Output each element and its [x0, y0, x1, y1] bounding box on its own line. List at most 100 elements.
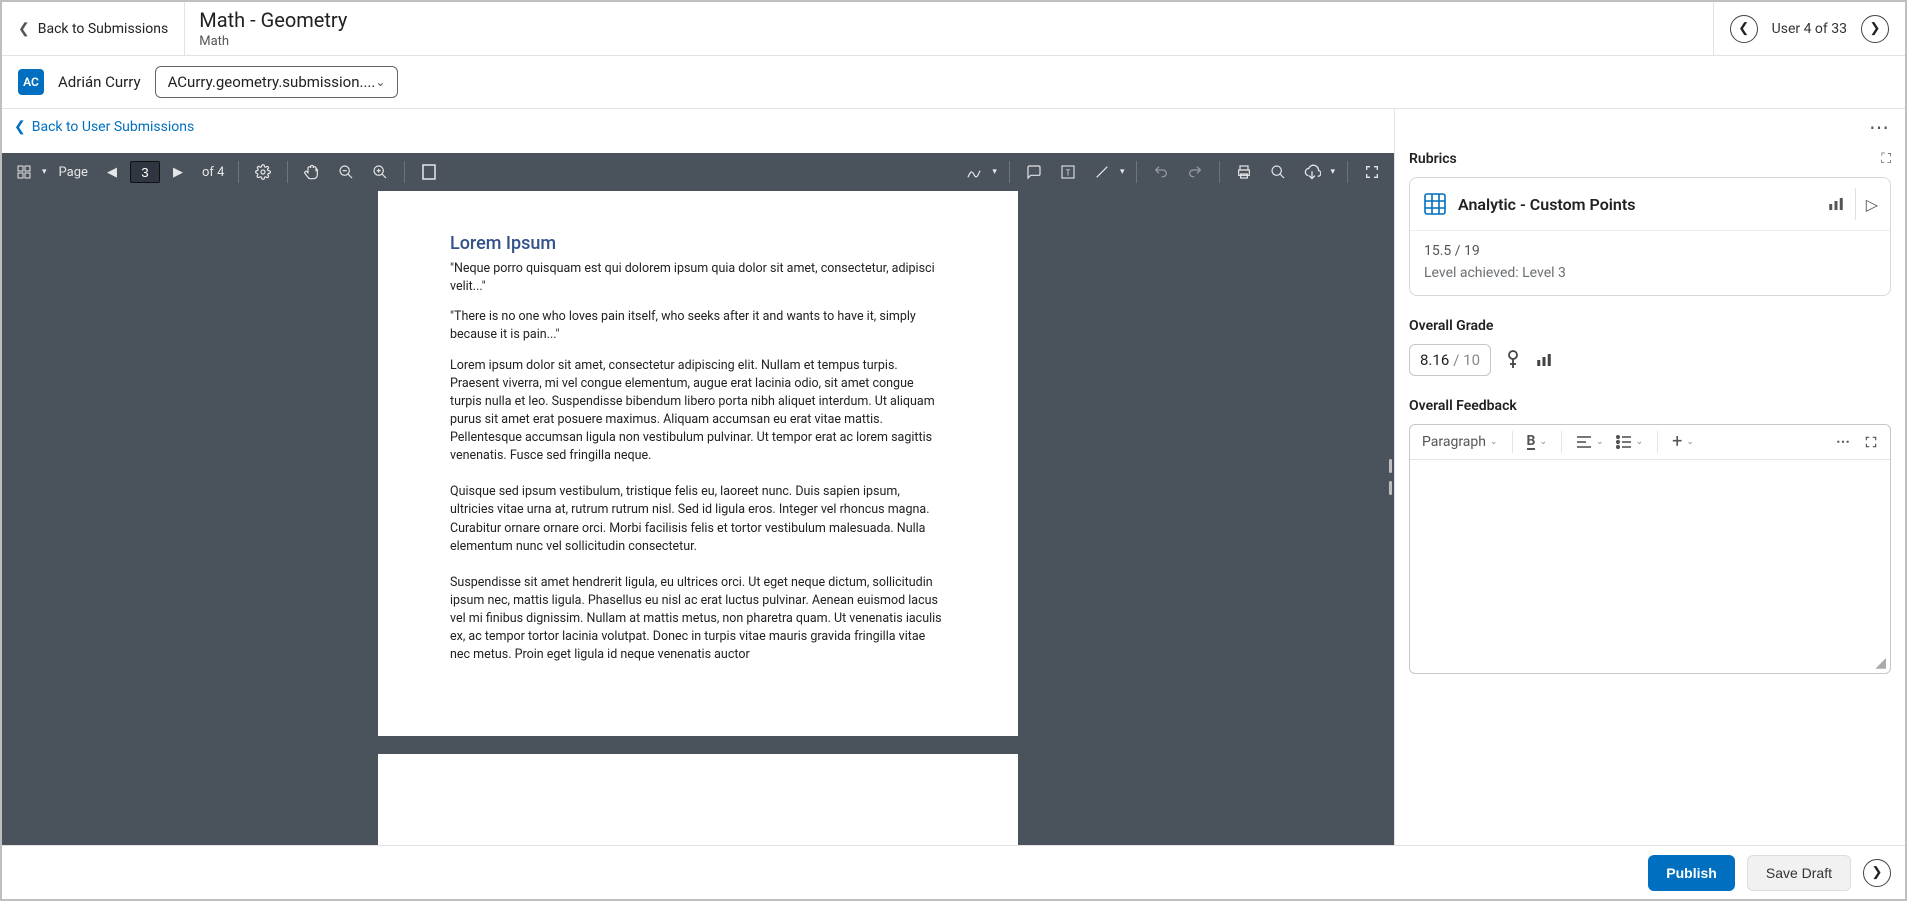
- rubrics-label: Rubrics: [1409, 151, 1457, 167]
- chevron-down-icon: ⌄: [375, 75, 385, 89]
- grade-input[interactable]: 8.16 / 10: [1409, 344, 1491, 376]
- grade-value: 8.16: [1420, 351, 1449, 369]
- list-button[interactable]: ⌄: [1612, 433, 1648, 451]
- text-tool-icon[interactable]: T: [1052, 157, 1084, 187]
- document-viewport: Lorem Ipsum "Neque porro quisquam est qu…: [2, 191, 1394, 845]
- freehand-tool-icon[interactable]: [958, 157, 990, 187]
- feedback-editor: Paragraph ⌄ B ⌄ ⌄ ⌄: [1409, 424, 1891, 674]
- chevron-down-icon: ⌄: [1490, 437, 1498, 447]
- document-paragraph-2: Quisque sed ipsum vestibulum, tristique …: [450, 483, 946, 556]
- document-scroll[interactable]: Lorem Ipsum "Neque porro quisquam est qu…: [2, 191, 1394, 845]
- file-dropdown-label: ACurry.geometry.submission....: [168, 73, 376, 91]
- format-dropdown[interactable]: Paragraph ⌄: [1418, 432, 1502, 452]
- rubric-level: Level achieved: Level 3: [1424, 265, 1876, 281]
- grade-row: 8.16 / 10: [1409, 344, 1891, 376]
- expand-rubric-icon[interactable]: ▷: [1866, 195, 1878, 214]
- view-controls-caret-icon[interactable]: ▾: [38, 167, 51, 177]
- svg-text:T: T: [1066, 168, 1071, 177]
- stats-icon[interactable]: [1827, 195, 1845, 213]
- back-to-user-submissions-link[interactable]: ❮ Back to User Submissions: [2, 109, 1394, 145]
- pdf-toolbar: ▾ Page ◀ ▶ of 4: [2, 153, 1394, 191]
- back-to-submissions-button[interactable]: ❮ Back to Submissions: [2, 2, 185, 55]
- document-paragraph-3: Suspendisse sit amet hendrerit ligula, e…: [450, 574, 946, 665]
- file-dropdown[interactable]: ACurry.geometry.submission.... ⌄: [155, 66, 399, 98]
- format-label: Paragraph: [1422, 434, 1486, 450]
- chevron-left-icon: ❮: [14, 119, 26, 135]
- back-to-user-label: Back to User Submissions: [32, 119, 194, 135]
- print-icon[interactable]: [1228, 157, 1260, 187]
- document-quote-1: "Neque porro quisquam est qui dolorem ip…: [450, 260, 946, 296]
- align-button[interactable]: ⌄: [1572, 433, 1608, 451]
- prev-user-button[interactable]: ❮: [1730, 15, 1758, 43]
- grade-stats-icon[interactable]: [1535, 351, 1553, 369]
- footer-next-button[interactable]: ❯: [1863, 859, 1891, 887]
- page-title: Math - Geometry: [199, 8, 1698, 32]
- panel-more-icon[interactable]: ⋯: [1869, 115, 1891, 139]
- feedback-textarea[interactable]: ◢: [1410, 460, 1890, 673]
- editor-more-icon[interactable]: ⋯: [1832, 432, 1856, 452]
- publish-button[interactable]: Publish: [1648, 855, 1735, 891]
- zoom-out-icon[interactable]: [330, 157, 362, 187]
- header-bar: ❮ Back to Submissions Math - Geometry Ma…: [2, 2, 1905, 56]
- align-left-icon: [1576, 435, 1592, 449]
- save-draft-button[interactable]: Save Draft: [1747, 855, 1851, 891]
- view-controls-icon[interactable]: [8, 157, 40, 187]
- rubric-score: 15.5 / 19: [1424, 243, 1876, 259]
- rubrics-heading: Rubrics ⛶: [1409, 151, 1891, 167]
- next-page-button[interactable]: ▶: [162, 157, 194, 187]
- grade-denominator: / 10: [1453, 351, 1480, 369]
- zoom-in-icon[interactable]: [364, 157, 396, 187]
- page-label: Page: [53, 165, 94, 180]
- expand-icon[interactable]: ⛶: [1881, 151, 1891, 167]
- chevron-down-icon: ⌄: [1596, 437, 1604, 447]
- document-page: Lorem Ipsum "Neque porro quisquam est qu…: [378, 191, 1018, 736]
- rubric-title: Analytic - Custom Points: [1458, 195, 1827, 214]
- plus-icon: +: [1672, 435, 1682, 449]
- line-caret-icon[interactable]: ▾: [1116, 167, 1129, 177]
- page-number-input[interactable]: [130, 161, 160, 183]
- freehand-caret-icon[interactable]: ▾: [988, 167, 1001, 177]
- student-name: Adrián Curry: [58, 73, 141, 91]
- bold-button[interactable]: B ⌄: [1523, 432, 1551, 452]
- page-subtitle: Math: [199, 34, 1698, 49]
- redo-icon[interactable]: [1179, 157, 1211, 187]
- student-avatar: AC: [18, 69, 44, 95]
- editor-toolbar: Paragraph ⌄ B ⌄ ⌄ ⌄: [1410, 425, 1890, 460]
- pan-tool-icon[interactable]: [296, 157, 328, 187]
- panel-resize-handle[interactable]: [1389, 459, 1395, 495]
- resize-grip-icon[interactable]: ◢: [1875, 655, 1886, 671]
- footer-bar: Publish Save Draft ❯: [2, 845, 1905, 899]
- editor-fullscreen-icon[interactable]: [1860, 433, 1882, 451]
- rubric-header[interactable]: Analytic - Custom Points ▷: [1410, 178, 1890, 231]
- grade-suggestion-icon[interactable]: [1505, 350, 1521, 370]
- overall-grade-label: Overall Grade: [1409, 318, 1891, 334]
- rubric-card: Analytic - Custom Points ▷ 15.5 / 19 Lev…: [1409, 177, 1891, 296]
- settings-icon[interactable]: [247, 157, 279, 187]
- document-page-next: [378, 754, 1018, 845]
- note-tool-icon[interactable]: [1018, 157, 1050, 187]
- line-tool-icon[interactable]: [1086, 157, 1118, 187]
- chevron-right-icon: ❯: [1870, 21, 1881, 36]
- chevron-down-icon: ⌄: [1686, 437, 1694, 447]
- next-user-button[interactable]: ❯: [1861, 15, 1889, 43]
- document-paragraph-1: Lorem ipsum dolor sit amet, consectetur …: [450, 357, 946, 466]
- prev-page-button[interactable]: ◀: [96, 157, 128, 187]
- student-bar: AC Adrián Curry ACurry.geometry.submissi…: [2, 56, 1905, 109]
- back-to-submissions-label: Back to Submissions: [38, 21, 169, 37]
- chevron-left-icon: ❮: [1738, 21, 1749, 36]
- fullscreen-icon[interactable]: [1356, 157, 1388, 187]
- user-navigation: ❮ User 4 of 33 ❯: [1713, 2, 1905, 55]
- download-icon[interactable]: [1296, 157, 1328, 187]
- chevron-down-icon: ⌄: [1636, 437, 1644, 447]
- viewer-pane: ❮ Back to User Submissions ▾ Page ◀ ▶ of…: [2, 109, 1395, 845]
- spacer: [2, 145, 1394, 153]
- list-icon: [1616, 435, 1632, 449]
- insert-button[interactable]: + ⌄: [1668, 433, 1698, 451]
- rubric-icon: [1422, 191, 1448, 217]
- undo-icon[interactable]: [1145, 157, 1177, 187]
- download-caret-icon[interactable]: ▾: [1326, 167, 1339, 177]
- search-icon[interactable]: [1262, 157, 1294, 187]
- fit-page-icon[interactable]: [413, 157, 445, 187]
- document-heading: Lorem Ipsum: [450, 233, 946, 254]
- bold-icon: B: [1527, 434, 1536, 450]
